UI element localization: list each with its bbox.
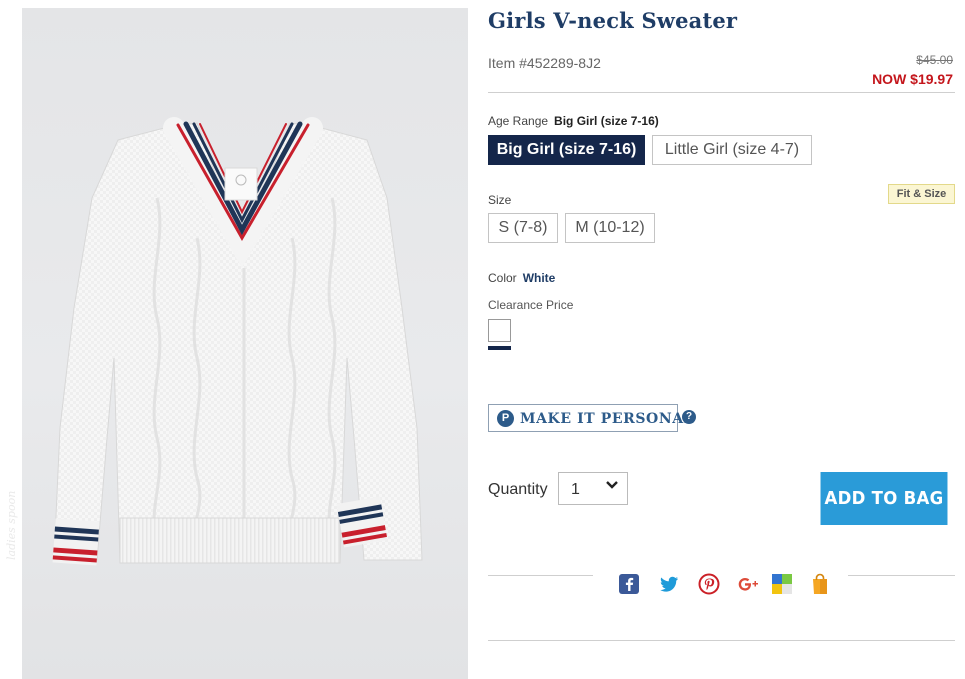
age-option-little-girl[interactable]: Little Girl (size 4-7)	[652, 135, 812, 165]
color-selected-text: White	[522, 271, 556, 285]
age-option-big-girl[interactable]: Big Girl (size 7-16)	[488, 135, 645, 165]
help-icon[interactable]: ?	[682, 410, 696, 424]
age-range-label-text: Age Range	[488, 114, 549, 128]
fit-size-link[interactable]: Fit & Size	[888, 184, 955, 204]
divider	[488, 92, 955, 93]
delicious-icon[interactable]	[771, 573, 793, 595]
add-to-bag-button[interactable]: ADD TO BAG	[820, 472, 948, 525]
sale-price: NOW $19.97	[872, 71, 953, 87]
facebook-icon[interactable]	[618, 573, 640, 595]
age-range-selected-text: Big Girl (size 7-16)	[554, 114, 659, 128]
quantity-select[interactable]: 1	[558, 472, 628, 505]
share-divider-left	[488, 575, 593, 576]
google-plus-icon[interactable]	[737, 573, 759, 595]
sweater-illustration	[52, 117, 423, 566]
size-option-s[interactable]: S (7-8)	[488, 213, 558, 243]
age-range-label: Age Range Big Girl (size 7-16)	[488, 114, 659, 128]
color-swatch-white[interactable]	[488, 319, 511, 342]
quantity-value: 1	[571, 481, 580, 498]
watermark-text: ladies spoon	[5, 490, 18, 560]
twitter-icon[interactable]	[658, 573, 680, 595]
make-it-personal-label: MAKE IT PERSONAL	[520, 411, 695, 427]
size-option-m[interactable]: M (10-12)	[565, 213, 655, 243]
color-label-text: Color	[488, 271, 517, 285]
product-image[interactable]	[22, 8, 468, 679]
product-title: Girls V-neck Sweater	[488, 8, 738, 33]
chevron-down-icon	[606, 481, 618, 489]
bottom-divider	[488, 640, 955, 641]
swatch-selected-indicator	[488, 346, 511, 350]
shopping-bag-icon[interactable]	[809, 573, 831, 595]
quantity-label: Quantity	[488, 481, 548, 498]
make-it-personal-button[interactable]: P MAKE IT PERSONAL	[488, 404, 694, 432]
item-number: Item #452289-8J2	[488, 55, 601, 71]
size-label: Size	[488, 193, 512, 207]
clearance-price-label: Clearance Price	[488, 298, 574, 312]
pinterest-icon[interactable]	[698, 573, 720, 595]
color-label: Color White	[488, 271, 555, 285]
original-price: $45.00	[916, 53, 953, 67]
share-divider-right	[848, 575, 955, 576]
personalize-icon: P	[497, 410, 514, 427]
